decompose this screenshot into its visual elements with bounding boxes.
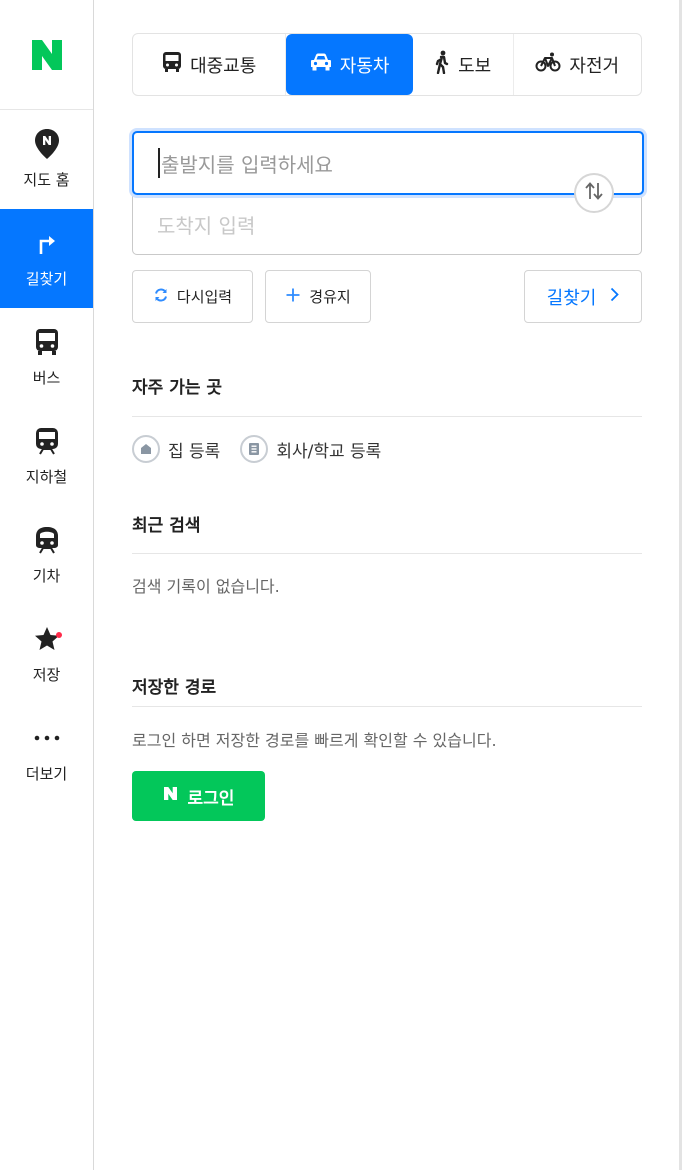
nav-item-label: 지하철 <box>25 468 68 486</box>
transport-mode-tabs: 대중교통 자동차 도보 자전거 <box>132 33 642 96</box>
train-icon <box>34 525 60 555</box>
reset-button[interactable]: 다시입력 <box>132 270 253 323</box>
map-pin-icon <box>34 129 60 159</box>
route-input-box: 출발지를 입력하세요 도착지 입력 <box>132 131 644 255</box>
building-icon <box>240 435 269 463</box>
nav-item-directions[interactable]: 길찾기 <box>0 209 93 308</box>
nav-item-label: 더보기 <box>25 765 68 783</box>
plus-icon <box>285 287 301 307</box>
destination-placeholder: 도착지 입력 <box>157 214 256 238</box>
find-route-label: 길찾기 <box>546 287 597 309</box>
register-work-label: 회사/학교 등록 <box>276 441 382 462</box>
section-divider <box>132 553 642 554</box>
tab-bike[interactable]: 자전거 <box>514 34 642 95</box>
tab-label: 자동차 <box>339 55 390 77</box>
tab-label: 대중교통 <box>190 55 257 77</box>
directions-icon <box>34 228 60 258</box>
tab-car[interactable]: 자동차 <box>286 34 413 95</box>
nav-item-bus[interactable]: 버스 <box>0 308 93 407</box>
more-icon <box>34 723 60 753</box>
nav-item-train[interactable]: 기차 <box>0 506 93 605</box>
swap-arrows-icon <box>583 181 605 205</box>
nav-item-label: 길찾기 <box>25 270 68 288</box>
naver-logo-icon <box>31 39 62 70</box>
destination-input[interactable]: 도착지 입력 <box>133 195 641 254</box>
section-divider <box>132 416 642 417</box>
nav-item-label: 기차 <box>32 567 61 585</box>
add-waypoint-button[interactable]: 경유지 <box>265 270 371 323</box>
saved-routes-message: 로그인 하면 저장한 경로를 빠르게 확인할 수 있습니다. <box>132 731 497 750</box>
naver-logo[interactable] <box>0 0 93 110</box>
home-icon <box>132 435 160 463</box>
nav-item-map-home[interactable]: 지도 홈 <box>0 110 93 209</box>
login-label: 로그인 <box>187 788 235 809</box>
walk-icon <box>434 50 450 79</box>
bike-icon <box>535 52 561 77</box>
recent-search-empty-text: 검색 기록이 없습니다. <box>132 577 280 596</box>
swap-button[interactable] <box>574 173 614 213</box>
naver-n-icon <box>163 786 178 806</box>
car-icon <box>310 52 332 77</box>
nav-item-more[interactable]: 더보기 <box>0 704 93 803</box>
text-cursor <box>158 148 160 178</box>
chevron-right-icon <box>610 286 620 307</box>
nav-item-subway[interactable]: 지하철 <box>0 407 93 506</box>
reset-label: 다시입력 <box>176 288 233 306</box>
tab-label: 자전거 <box>569 55 620 77</box>
recent-search-title: 최근 검색 <box>132 516 201 536</box>
start-input[interactable]: 출발지를 입력하세요 <box>132 131 644 195</box>
new-notification-dot <box>56 632 62 638</box>
directions-panel: 대중교통 자동차 도보 자전거 출발지를 입력하세요 도착지 입력 다시입력 경… <box>95 0 679 1170</box>
login-button[interactable]: 로그인 <box>132 771 265 821</box>
nav-item-label: 저장 <box>32 666 61 684</box>
waypoint-label: 경유지 <box>309 288 351 306</box>
frequent-places-title: 자주 가는 곳 <box>132 378 223 398</box>
register-home-label: 집 등록 <box>168 441 221 462</box>
bus-icon <box>35 327 59 357</box>
bus-icon <box>162 51 182 78</box>
saved-routes-title: 저장한 경로 <box>132 678 217 698</box>
register-home-button[interactable]: 집 등록 <box>132 435 220 463</box>
left-nav: 지도 홈 길찾기 버스 지하철 기차 저장 더보기 <box>0 0 94 1170</box>
frequent-places-list: 집 등록 회사/학교 등록 <box>132 435 381 463</box>
star-icon <box>34 624 60 654</box>
nav-item-saved[interactable]: 저장 <box>0 605 93 704</box>
refresh-icon <box>153 287 169 307</box>
nav-item-label: 버스 <box>32 369 61 387</box>
tab-label: 도보 <box>458 55 492 77</box>
tab-walk[interactable]: 도보 <box>413 34 514 95</box>
register-work-button[interactable]: 회사/학교 등록 <box>240 435 381 463</box>
nav-item-label: 지도 홈 <box>23 171 70 189</box>
section-divider <box>132 706 642 707</box>
find-route-button[interactable]: 길찾기 <box>524 270 642 323</box>
tab-public-transit[interactable]: 대중교통 <box>133 34 287 95</box>
start-placeholder: 출발지를 입력하세요 <box>161 152 333 177</box>
subway-icon <box>35 426 59 456</box>
